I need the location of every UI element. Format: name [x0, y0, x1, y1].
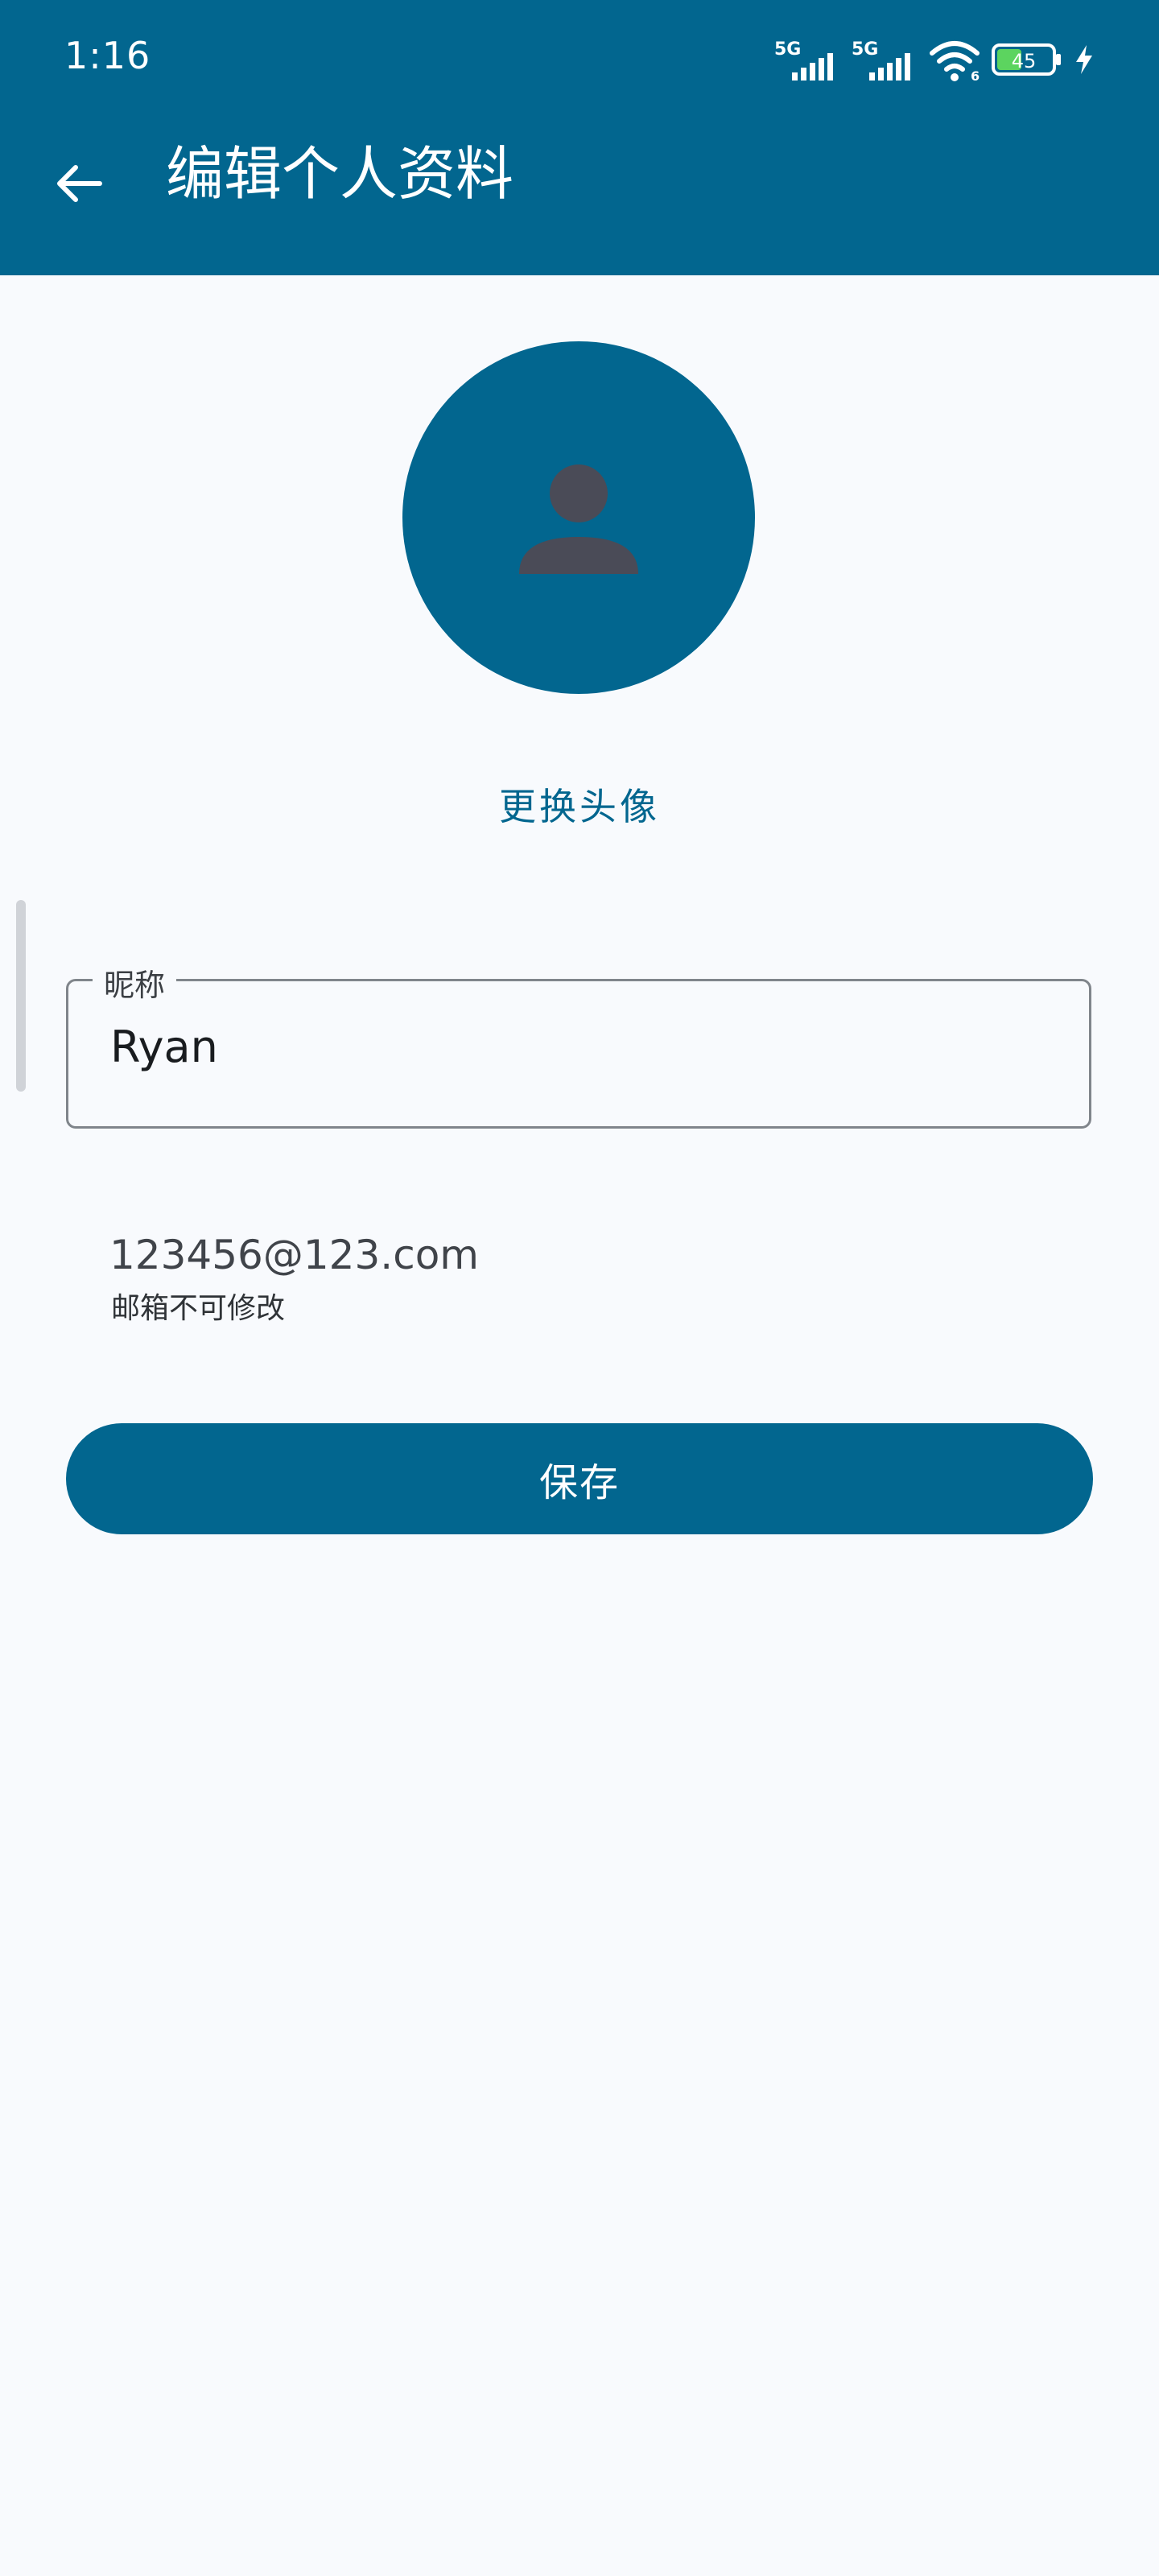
nickname-field[interactable]: 昵称 [66, 960, 1091, 1129]
back-button[interactable] [45, 150, 113, 217]
edit-profile-screen: 1:16 5G 5G 6 45 编辑个人资料 更换头像 昵称 Ryan 1234… [0, 0, 1159, 2576]
person-icon [519, 464, 638, 574]
network-type-label: 5G [852, 39, 878, 60]
wifi-label: 6 [971, 68, 980, 82]
charging-icon [1076, 45, 1092, 74]
status-icons: 5G 5G 6 45 [774, 35, 1095, 84]
status-time: 1:16 [64, 34, 151, 77]
change-avatar-button[interactable]: 更换头像 [419, 778, 740, 831]
email-hint: 邮箱不可修改 [111, 1292, 286, 1325]
signal-icon: 5G [852, 39, 910, 80]
wifi-icon: 6 [930, 41, 980, 82]
app-header: 1:16 5G 5G 6 45 编辑个人资料 [0, 0, 1159, 275]
battery-level: 45 [1012, 50, 1037, 72]
email-value: 123456@123.com [109, 1232, 479, 1278]
page-title: 编辑个人资料 [166, 140, 514, 208]
arrow-left-icon [57, 165, 102, 202]
battery-icon: 45 [992, 43, 1061, 76]
nickname-label: 昵称 [93, 960, 177, 1005]
save-button[interactable]: 保存 [66, 1423, 1093, 1534]
nickname-input[interactable] [110, 1022, 1044, 1072]
avatar[interactable] [402, 341, 755, 694]
signal-icon: 5G [774, 39, 833, 80]
scrollbar[interactable] [16, 900, 26, 1092]
network-type-label: 5G [774, 39, 801, 60]
